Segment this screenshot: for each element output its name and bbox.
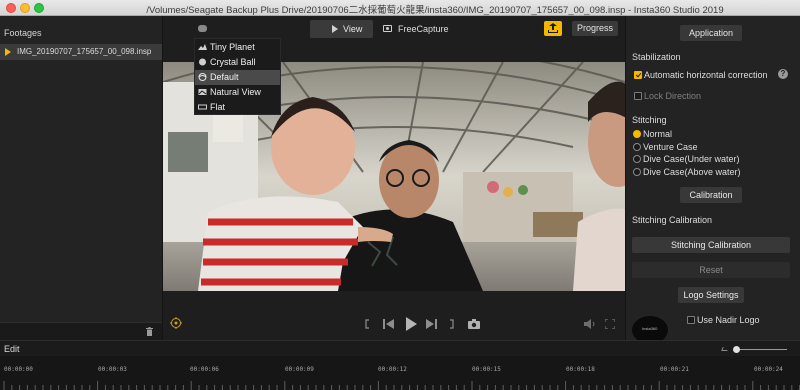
view-button-label: View: [343, 24, 363, 34]
timeline[interactable]: 00:00:00 00:00:03 00:00:06 00:00:09 00:0…: [0, 356, 800, 390]
export-button[interactable]: [544, 21, 562, 36]
timeline-label: 00:00:12: [378, 366, 407, 373]
volume-icon[interactable]: [584, 319, 596, 329]
view-mode-label: Flat: [210, 102, 226, 112]
play-icon[interactable]: [405, 317, 417, 331]
timeline-label: 00:00:18: [566, 366, 595, 373]
view-mode-label: Natural View: [210, 87, 261, 97]
view-mode-label: Crystal Ball: [210, 57, 256, 67]
flat-view-icon: [198, 104, 207, 110]
stitching-venture-radio[interactable]: [633, 143, 641, 151]
stitching-header: Stitching: [632, 115, 667, 125]
stitching-dive-above-label: Dive Case(Above water): [643, 167, 741, 177]
next-frame-icon[interactable]: [425, 319, 437, 329]
window-title: /Volumes/Seagate Backup Plus Drive/20190…: [146, 5, 724, 16]
view-button[interactable]: View: [310, 20, 373, 38]
stitching-calibration-button[interactable]: Stitching Calibration: [632, 237, 790, 253]
fullscreen-icon[interactable]: [605, 319, 615, 329]
title-bar: /Volumes/Seagate Backup Plus Drive/20190…: [0, 0, 800, 16]
bracket-right-icon[interactable]: [448, 319, 454, 329]
timeline-label: 00:00:09: [285, 366, 314, 373]
view-mode-crystal-ball[interactable]: Crystal Ball: [195, 55, 280, 70]
stitching-calibration-header: Stitching Calibration: [632, 215, 713, 225]
default-view-icon: [198, 73, 207, 81]
view-mode-flat[interactable]: Flat: [195, 100, 280, 115]
view-mode-menu: Tiny Planet Crystal Ball Default Natural…: [194, 38, 281, 115]
calibration-button[interactable]: Calibration: [680, 187, 742, 203]
playback-bar: [163, 291, 625, 340]
stitching-dive-under-label: Dive Case(Under water): [643, 154, 740, 164]
lock-direction-checkbox[interactable]: [634, 92, 642, 100]
edit-bar: Edit: [0, 340, 800, 356]
close-window-button[interactable]: [6, 3, 16, 13]
reset-button[interactable]: Reset: [632, 262, 790, 278]
minimize-window-button[interactable]: [20, 3, 30, 13]
play-indicator-icon: [5, 48, 11, 56]
view-play-icon: [332, 25, 338, 33]
footages-header: Footages: [4, 28, 42, 38]
auto-horizontal-checkbox[interactable]: [634, 71, 642, 79]
logo-settings-button[interactable]: Logo Settings: [678, 287, 744, 303]
application-button[interactable]: Application: [680, 25, 742, 41]
stitching-normal-label: Normal: [643, 129, 673, 139]
progress-button[interactable]: Progress: [572, 21, 618, 36]
view-mode-default[interactable]: Default: [195, 70, 280, 85]
timeline-ruler: [3, 381, 800, 390]
stabilization-header: Stabilization: [632, 52, 681, 62]
camera-icon[interactable]: [468, 319, 480, 329]
timeline-label: 00:00:00: [4, 366, 33, 373]
export-tray-icon: [548, 30, 558, 33]
use-nadir-logo-checkbox[interactable]: [687, 316, 695, 324]
timeline-label: 00:00:06: [190, 366, 219, 373]
maximize-window-button[interactable]: [34, 3, 44, 13]
timeline-zoom-knob[interactable]: [733, 346, 740, 353]
footages-panel: Footages IMG_20190707_175657_00_098.insp: [0, 16, 163, 340]
freecapture-icon[interactable]: [383, 25, 392, 32]
natural-view-icon: [198, 89, 207, 95]
target-icon[interactable]: [170, 317, 182, 329]
trash-icon[interactable]: [146, 327, 153, 336]
stitching-venture-label: Venture Case: [643, 142, 698, 152]
help-icon[interactable]: ?: [778, 69, 788, 79]
stitching-normal-radio[interactable]: [633, 130, 641, 138]
settings-panel: Application Stabilization Automatic hori…: [625, 16, 800, 344]
use-nadir-logo-label: Use Nadir Logo: [697, 315, 760, 325]
footages-bottom-bar: [0, 322, 162, 340]
timeline-label: 00:00:24: [754, 366, 783, 373]
stitching-dive-under-radio[interactable]: [633, 155, 641, 163]
footage-list-item[interactable]: IMG_20190707_175657_00_098.insp: [0, 44, 162, 60]
logo-thumbnail-text: Insta360: [642, 326, 658, 331]
tiny-planet-icon: [198, 44, 207, 50]
lock-direction-label: Lock Direction: [644, 91, 702, 101]
bracket-left-icon[interactable]: [365, 319, 371, 329]
timeline-label: 00:00:15: [472, 366, 501, 373]
view-mode-toggle-icon[interactable]: [198, 25, 207, 32]
timeline-label: 00:00:21: [660, 366, 689, 373]
view-mode-label: Default: [210, 72, 239, 82]
edit-label: Edit: [4, 344, 20, 354]
timeline-label: 00:00:03: [98, 366, 127, 373]
prev-frame-icon[interactable]: [383, 319, 395, 329]
footage-name: IMG_20190707_175657_00_098.insp: [17, 47, 152, 56]
view-mode-natural-view[interactable]: Natural View: [195, 85, 280, 100]
freecapture-button[interactable]: FreeCapture: [398, 24, 449, 34]
zoom-icon: [721, 347, 729, 351]
stitching-dive-above-radio[interactable]: [633, 168, 641, 176]
timeline-zoom-slider[interactable]: [737, 349, 787, 350]
view-mode-tiny-planet[interactable]: Tiny Planet: [195, 40, 280, 55]
crystal-ball-icon: [199, 58, 206, 66]
view-mode-label: Tiny Planet: [210, 42, 255, 52]
auto-horizontal-label: Automatic horizontal correction: [644, 70, 768, 80]
